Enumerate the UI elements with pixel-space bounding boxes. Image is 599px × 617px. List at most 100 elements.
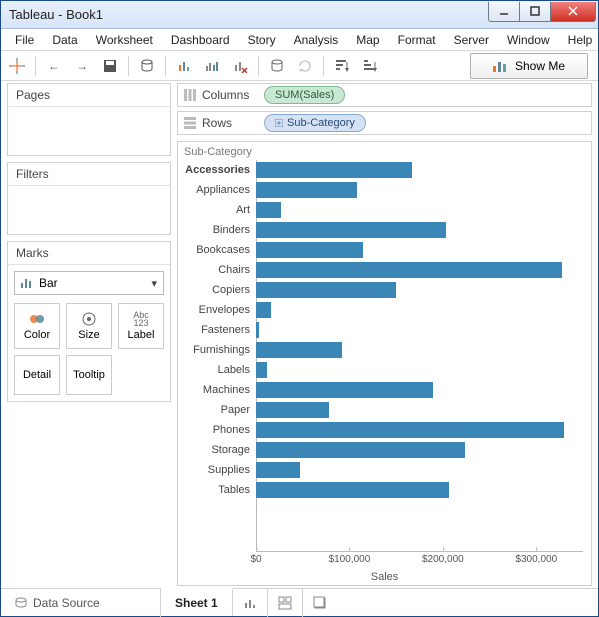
- bar[interactable]: [256, 322, 259, 338]
- bar[interactable]: [256, 202, 281, 218]
- menu-server[interactable]: Server: [446, 31, 497, 49]
- pages-shelf[interactable]: Pages: [7, 83, 171, 156]
- new-worksheet-button[interactable]: [172, 54, 196, 78]
- mark-type-label: Bar: [39, 276, 58, 290]
- marks-color-button[interactable]: Color: [14, 303, 60, 349]
- bar[interactable]: [256, 442, 465, 458]
- filters-shelf[interactable]: Filters: [7, 162, 171, 235]
- menu-help[interactable]: Help: [560, 31, 599, 49]
- menu-analysis[interactable]: Analysis: [286, 31, 347, 49]
- chart-row[interactable]: Supplies: [178, 460, 591, 480]
- bar[interactable]: [256, 222, 446, 238]
- bar[interactable]: [256, 362, 267, 378]
- menu-file[interactable]: File: [7, 31, 42, 49]
- minimize-button[interactable]: [488, 2, 520, 22]
- row-label: Fasteners: [178, 324, 256, 336]
- chart-row[interactable]: Labels: [178, 360, 591, 380]
- chart-row[interactable]: Chairs: [178, 260, 591, 280]
- tab-data-source[interactable]: Data Source: [1, 589, 161, 617]
- bar-icon: [21, 278, 33, 288]
- columns-shelf[interactable]: Columns SUM(Sales): [177, 83, 592, 107]
- menu-worksheet[interactable]: Worksheet: [88, 31, 161, 49]
- filters-title: Filters: [8, 163, 170, 186]
- bar[interactable]: [256, 402, 329, 418]
- menubar: File Data Worksheet Dashboard Story Anal…: [1, 29, 598, 51]
- marks-tooltip-button[interactable]: Tooltip: [66, 355, 112, 395]
- tableau-logo-icon[interactable]: [5, 54, 29, 78]
- save-button[interactable]: [98, 54, 122, 78]
- bar[interactable]: [256, 422, 564, 438]
- new-dashboard-tab[interactable]: [268, 589, 303, 617]
- menu-data[interactable]: Data: [44, 31, 85, 49]
- menu-map[interactable]: Map: [348, 31, 387, 49]
- clear-sheet-button[interactable]: [228, 54, 252, 78]
- viz-area[interactable]: Sub-Category Accessories Appliances Art Bin…: [177, 141, 592, 586]
- chart-row[interactable]: Machines: [178, 380, 591, 400]
- tab-sheet-1[interactable]: Sheet 1: [161, 588, 233, 616]
- show-me-button[interactable]: Show Me: [470, 53, 588, 79]
- bar[interactable]: [256, 382, 433, 398]
- chart-row[interactable]: Copiers: [178, 280, 591, 300]
- color-icon: [29, 311, 45, 327]
- menu-story[interactable]: Story: [240, 31, 284, 49]
- duplicate-sheet-button[interactable]: [200, 54, 224, 78]
- mark-type-dropdown[interactable]: Bar: [14, 271, 164, 295]
- x-tick: $200,000: [422, 552, 464, 565]
- swap-button[interactable]: [265, 54, 289, 78]
- rows-shelf[interactable]: Rows Sub-Category: [177, 111, 592, 135]
- bar[interactable]: [256, 162, 412, 178]
- chart-row[interactable]: Envelopes: [178, 300, 591, 320]
- chart-row[interactable]: Storage: [178, 440, 591, 460]
- menu-dashboard[interactable]: Dashboard: [163, 31, 238, 49]
- marks-label-button[interactable]: Abc123 Label: [118, 303, 164, 349]
- row-label: Appliances: [178, 184, 256, 196]
- chart-row[interactable]: Bookcases: [178, 240, 591, 260]
- window-title: Tableau - Book1: [9, 7, 489, 22]
- menu-window[interactable]: Window: [499, 31, 558, 49]
- bar[interactable]: [256, 482, 449, 498]
- x-tick: $0: [250, 552, 261, 565]
- chart-row[interactable]: Phones: [178, 420, 591, 440]
- sort-asc-button[interactable]: [330, 54, 354, 78]
- redo-button[interactable]: →: [70, 54, 94, 78]
- new-worksheet-tab[interactable]: [233, 589, 268, 617]
- rows-pill-subcategory[interactable]: Sub-Category: [264, 114, 366, 132]
- chart-row[interactable]: Appliances: [178, 180, 591, 200]
- chart-row[interactable]: Binders: [178, 220, 591, 240]
- data-connect-button[interactable]: [135, 54, 159, 78]
- marks-detail-button[interactable]: Detail: [14, 355, 60, 395]
- close-button[interactable]: [550, 2, 596, 22]
- menu-format[interactable]: Format: [390, 31, 444, 49]
- refresh-button[interactable]: [293, 54, 317, 78]
- maximize-button[interactable]: [519, 2, 551, 22]
- row-label: Bookcases: [178, 244, 256, 256]
- chart-row[interactable]: Accessories: [178, 160, 591, 180]
- bar[interactable]: [256, 282, 396, 298]
- bar[interactable]: [256, 302, 271, 318]
- row-label: Machines: [178, 384, 256, 396]
- bar[interactable]: [256, 342, 342, 358]
- row-label: Art: [178, 204, 256, 216]
- bar[interactable]: [256, 462, 300, 478]
- x-axis-label: Sales: [178, 571, 591, 583]
- new-story-tab[interactable]: [303, 589, 337, 617]
- row-label: Binders: [178, 224, 256, 236]
- bar[interactable]: [256, 182, 357, 198]
- row-label: Phones: [178, 424, 256, 436]
- marks-size-button[interactable]: Size: [66, 303, 112, 349]
- bar[interactable]: [256, 242, 363, 258]
- chart-row[interactable]: Tables: [178, 480, 591, 500]
- row-label: Tables: [178, 484, 256, 496]
- chart-row[interactable]: Paper: [178, 400, 591, 420]
- columns-pill-sum-sales[interactable]: SUM(Sales): [264, 86, 345, 104]
- undo-button[interactable]: ←: [42, 54, 66, 78]
- data-source-icon: [15, 597, 27, 609]
- viz-header: Sub-Category: [184, 146, 252, 158]
- sort-desc-button[interactable]: [358, 54, 382, 78]
- chart-row[interactable]: Fasteners: [178, 320, 591, 340]
- chart-row[interactable]: Furnishings: [178, 340, 591, 360]
- bar[interactable]: [256, 262, 562, 278]
- row-label: Chairs: [178, 264, 256, 276]
- chart-row[interactable]: Art: [178, 200, 591, 220]
- row-label: Storage: [178, 444, 256, 456]
